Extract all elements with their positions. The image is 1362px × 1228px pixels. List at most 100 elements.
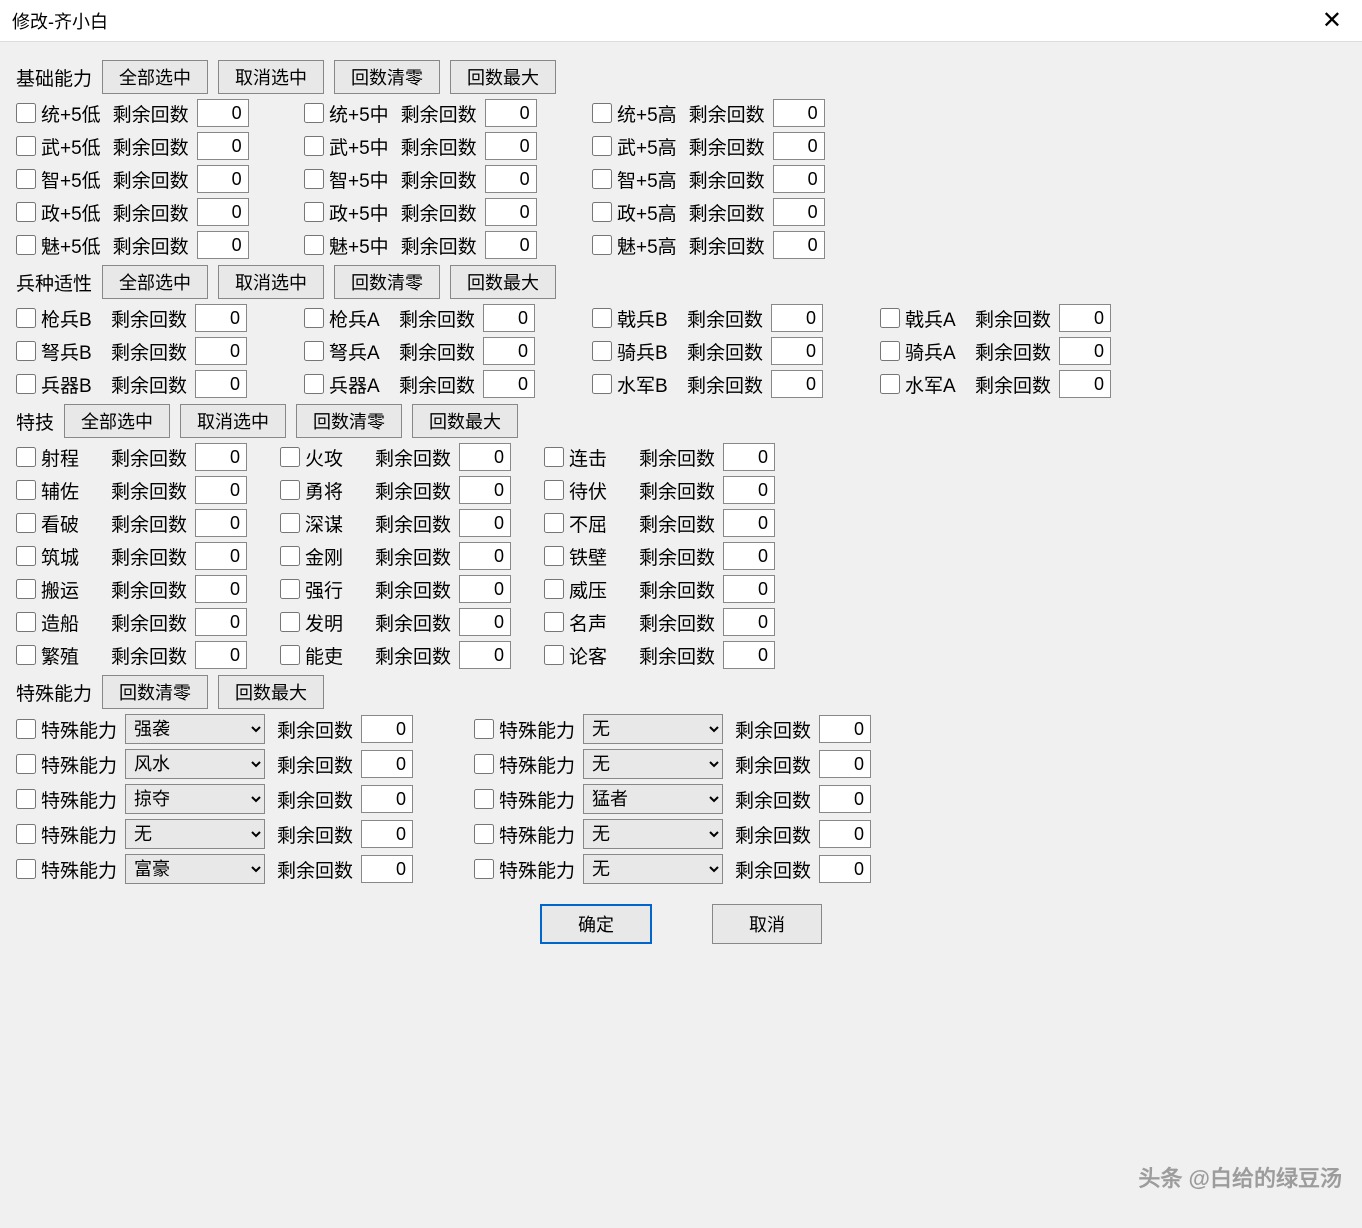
count-input[interactable] xyxy=(1059,337,1111,365)
special-checkbox[interactable] xyxy=(474,754,494,774)
count-input[interactable] xyxy=(483,304,535,332)
ability-checkbox[interactable] xyxy=(592,308,612,328)
reset-count-button[interactable]: 回数清零 xyxy=(334,265,440,299)
reset-count-button[interactable]: 回数清零 xyxy=(102,675,208,709)
select-all-button[interactable]: 全部选中 xyxy=(64,404,170,438)
count-input[interactable] xyxy=(459,476,511,504)
ability-checkbox[interactable] xyxy=(592,235,612,255)
count-input[interactable] xyxy=(459,608,511,636)
count-input[interactable] xyxy=(723,509,775,537)
count-input[interactable] xyxy=(197,165,249,193)
count-input[interactable] xyxy=(723,608,775,636)
count-input[interactable] xyxy=(195,575,247,603)
ability-checkbox[interactable] xyxy=(280,513,300,533)
ability-checkbox[interactable] xyxy=(16,374,36,394)
ability-checkbox[interactable] xyxy=(304,235,324,255)
ability-checkbox[interactable] xyxy=(544,447,564,467)
count-input[interactable] xyxy=(195,304,247,332)
count-input[interactable] xyxy=(723,443,775,471)
count-input[interactable] xyxy=(773,165,825,193)
count-input[interactable] xyxy=(195,641,247,669)
ability-checkbox[interactable] xyxy=(544,579,564,599)
deselect-all-button[interactable]: 取消选中 xyxy=(180,404,286,438)
count-input[interactable] xyxy=(819,855,871,883)
ability-checkbox[interactable] xyxy=(592,169,612,189)
special-checkbox[interactable] xyxy=(16,754,36,774)
special-select[interactable]: 掠夺 xyxy=(125,784,265,814)
count-input[interactable] xyxy=(459,641,511,669)
ability-checkbox[interactable] xyxy=(280,447,300,467)
ability-checkbox[interactable] xyxy=(544,480,564,500)
ability-checkbox[interactable] xyxy=(880,374,900,394)
count-input[interactable] xyxy=(723,641,775,669)
reset-count-button[interactable]: 回数清零 xyxy=(296,404,402,438)
ability-checkbox[interactable] xyxy=(16,103,36,123)
count-input[interactable] xyxy=(773,231,825,259)
count-input[interactable] xyxy=(485,165,537,193)
ability-checkbox[interactable] xyxy=(544,612,564,632)
ability-checkbox[interactable] xyxy=(304,103,324,123)
count-input[interactable] xyxy=(773,132,825,160)
count-input[interactable] xyxy=(459,542,511,570)
count-input[interactable] xyxy=(361,785,413,813)
ability-checkbox[interactable] xyxy=(16,341,36,361)
special-checkbox[interactable] xyxy=(16,719,36,739)
count-input[interactable] xyxy=(197,132,249,160)
special-checkbox[interactable] xyxy=(16,859,36,879)
ability-checkbox[interactable] xyxy=(280,579,300,599)
special-checkbox[interactable] xyxy=(474,859,494,879)
count-input[interactable] xyxy=(819,750,871,778)
ability-checkbox[interactable] xyxy=(16,546,36,566)
count-input[interactable] xyxy=(723,476,775,504)
count-input[interactable] xyxy=(771,370,823,398)
ability-checkbox[interactable] xyxy=(280,645,300,665)
count-input[interactable] xyxy=(195,476,247,504)
ability-checkbox[interactable] xyxy=(544,546,564,566)
count-input[interactable] xyxy=(819,785,871,813)
ability-checkbox[interactable] xyxy=(304,374,324,394)
ability-checkbox[interactable] xyxy=(880,341,900,361)
special-select[interactable]: 无 xyxy=(125,819,265,849)
special-select[interactable]: 富豪 xyxy=(125,854,265,884)
ability-checkbox[interactable] xyxy=(16,612,36,632)
count-input[interactable] xyxy=(195,337,247,365)
ability-checkbox[interactable] xyxy=(304,136,324,156)
ability-checkbox[interactable] xyxy=(16,308,36,328)
count-input[interactable] xyxy=(483,337,535,365)
ability-checkbox[interactable] xyxy=(592,202,612,222)
ability-checkbox[interactable] xyxy=(280,546,300,566)
count-input[interactable] xyxy=(1059,370,1111,398)
ok-button[interactable]: 确定 xyxy=(540,904,652,944)
count-input[interactable] xyxy=(361,820,413,848)
special-select[interactable]: 无 xyxy=(583,819,723,849)
count-input[interactable] xyxy=(771,337,823,365)
ability-checkbox[interactable] xyxy=(304,341,324,361)
count-input[interactable] xyxy=(361,750,413,778)
count-input[interactable] xyxy=(485,132,537,160)
count-input[interactable] xyxy=(485,99,537,127)
count-input[interactable] xyxy=(459,509,511,537)
count-input[interactable] xyxy=(819,715,871,743)
count-input[interactable] xyxy=(195,608,247,636)
max-count-button[interactable]: 回数最大 xyxy=(450,60,556,94)
ability-checkbox[interactable] xyxy=(544,645,564,665)
ability-checkbox[interactable] xyxy=(592,374,612,394)
cancel-button[interactable]: 取消 xyxy=(712,904,822,944)
max-count-button[interactable]: 回数最大 xyxy=(412,404,518,438)
count-input[interactable] xyxy=(723,542,775,570)
count-input[interactable] xyxy=(195,542,247,570)
deselect-all-button[interactable]: 取消选中 xyxy=(218,265,324,299)
ability-checkbox[interactable] xyxy=(592,103,612,123)
ability-checkbox[interactable] xyxy=(16,579,36,599)
ability-checkbox[interactable] xyxy=(16,202,36,222)
special-checkbox[interactable] xyxy=(474,789,494,809)
ability-checkbox[interactable] xyxy=(16,136,36,156)
ability-checkbox[interactable] xyxy=(16,447,36,467)
ability-checkbox[interactable] xyxy=(880,308,900,328)
ability-checkbox[interactable] xyxy=(592,136,612,156)
deselect-all-button[interactable]: 取消选中 xyxy=(218,60,324,94)
special-select[interactable]: 无 xyxy=(583,854,723,884)
count-input[interactable] xyxy=(1059,304,1111,332)
count-input[interactable] xyxy=(195,370,247,398)
close-icon[interactable]: ✕ xyxy=(1314,6,1350,35)
